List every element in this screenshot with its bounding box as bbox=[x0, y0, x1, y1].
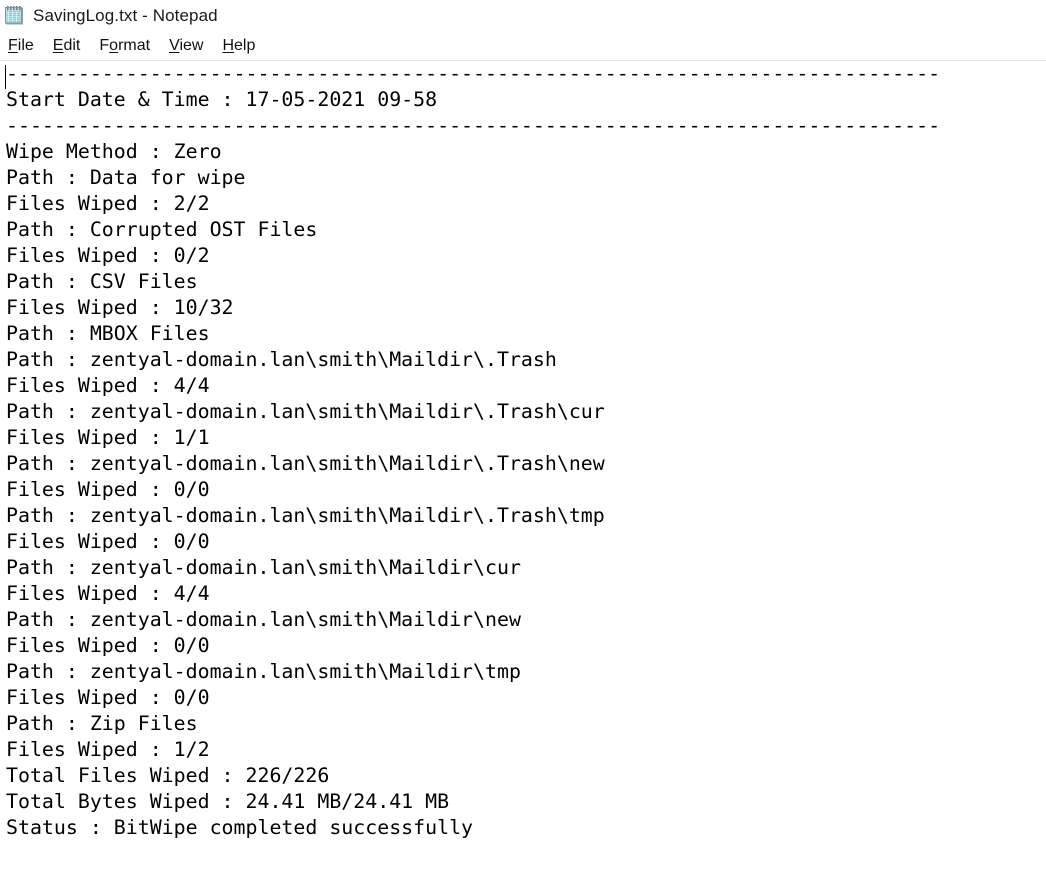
menu-bar: File Edit Format View Help bbox=[0, 32, 1046, 60]
menu-item-edit-rest: dit bbox=[63, 37, 81, 54]
menu-item-format-accel: o bbox=[109, 37, 119, 54]
menu-item-file-accel: F bbox=[8, 37, 18, 54]
menu-item-view[interactable]: View bbox=[169, 38, 203, 54]
log-text[interactable]: ----------------------------------------… bbox=[6, 61, 940, 841]
menu-item-file[interactable]: File bbox=[8, 38, 34, 54]
menu-item-format-rest: rmat bbox=[118, 37, 151, 54]
title-bar: SavingLog.txt - Notepad bbox=[0, 0, 1046, 32]
menu-item-help-rest: elp bbox=[234, 37, 256, 54]
menu-item-format-pre: F bbox=[99, 37, 110, 54]
menu-item-format[interactable]: Format bbox=[99, 38, 150, 54]
menu-item-view-accel: V bbox=[169, 37, 180, 54]
menu-item-file-rest: ile bbox=[17, 37, 34, 54]
window-title: SavingLog.txt - Notepad bbox=[33, 6, 218, 25]
menu-item-edit[interactable]: Edit bbox=[53, 38, 81, 54]
menu-item-help[interactable]: Help bbox=[222, 38, 255, 54]
menu-item-help-accel: H bbox=[222, 37, 235, 54]
menu-item-edit-accel: E bbox=[52, 37, 64, 54]
text-editor-area[interactable]: ----------------------------------------… bbox=[0, 61, 1046, 869]
menu-item-view-rest: iew bbox=[179, 37, 204, 54]
notepad-icon bbox=[4, 5, 26, 27]
